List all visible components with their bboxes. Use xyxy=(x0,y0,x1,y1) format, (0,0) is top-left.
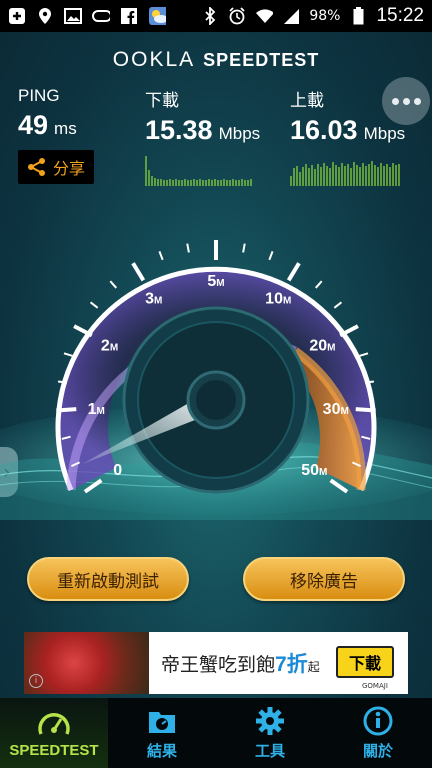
gauge-minor-tick xyxy=(314,280,323,289)
gauge-minor-tick xyxy=(268,251,274,261)
ad-highlight: 7折 xyxy=(275,653,308,676)
nav-speedtest[interactable]: SPEEDTEST xyxy=(0,698,108,768)
results-icon xyxy=(149,711,175,733)
upload-sparkline xyxy=(290,161,400,186)
gauge-minor-tick xyxy=(333,301,343,309)
facebook-icon xyxy=(120,7,138,25)
plus-icon xyxy=(8,7,26,25)
image-icon xyxy=(64,7,82,25)
crab-image xyxy=(24,632,149,694)
device-icon xyxy=(92,7,110,25)
upload-unit: Mbps xyxy=(363,124,406,143)
gauge-minor-tick xyxy=(89,301,99,309)
gauge-minor-tick xyxy=(63,352,73,357)
logo-main: OOKLA xyxy=(112,48,196,71)
share-label: 分享 xyxy=(52,159,85,178)
nav-results[interactable]: 結果 xyxy=(108,698,216,768)
restart-test-button[interactable]: 重新啟動測試 xyxy=(27,557,189,601)
gauge-minor-tick xyxy=(359,352,369,357)
nav-tools-label: 工具 xyxy=(254,742,285,760)
location-icon xyxy=(36,7,54,25)
weather-icon xyxy=(148,7,166,25)
clock: 15:22 xyxy=(376,5,424,26)
gauge-minor-tick xyxy=(57,380,68,384)
app-root: 98% 15:22 OOKLA SPEEDTEST PING 49 ms 下載 15… xyxy=(0,0,432,768)
gauge-minor-tick xyxy=(109,280,118,289)
ping-label: PING xyxy=(18,86,60,105)
share-icon xyxy=(27,158,45,176)
bluetooth-icon xyxy=(201,7,219,25)
download-stat: 下載 15.38 Mbps xyxy=(145,86,260,190)
ping-stat: PING 49 ms xyxy=(18,86,77,141)
download-label: 下載 xyxy=(145,91,179,110)
gauge-tick xyxy=(56,407,77,413)
ping-value: 49 xyxy=(18,110,49,140)
bottom-nav: SPEEDTEST 結果 工具 關於 xyxy=(0,698,432,768)
upload-value: 16.03 xyxy=(290,115,358,145)
ad-brand: GOMAJI xyxy=(362,682,388,690)
nav-tools[interactable]: 工具 xyxy=(216,698,324,768)
status-bar: 98% 15:22 xyxy=(0,0,432,32)
logo-sub: SPEEDTEST xyxy=(203,50,320,70)
share-button[interactable]: 分享 xyxy=(18,150,94,184)
nav-about[interactable]: 關於 xyxy=(324,698,432,768)
gauge-tick-label: 0 xyxy=(113,462,122,479)
signal-icon xyxy=(282,7,300,25)
ad-text: 帝王蟹吃到飽 xyxy=(161,655,276,676)
gauge-minor-tick xyxy=(242,243,246,253)
download-sparkline xyxy=(145,156,252,186)
ookla-logo: OOKLA SPEEDTEST xyxy=(0,48,432,72)
info-icon xyxy=(363,706,393,735)
ad-info-icon[interactable]: i xyxy=(29,674,43,688)
ad-suffix: 起 xyxy=(307,660,320,674)
remove-ads-button[interactable]: 移除廣告 xyxy=(243,557,405,601)
speed-gauge: 01M2M3M5M10M20M30M50M xyxy=(0,240,432,520)
wifi-icon xyxy=(255,7,274,25)
ping-unit: ms xyxy=(54,119,77,138)
ad-banner[interactable]: 帝王蟹吃到飽7折起 下載 GOMAJI i xyxy=(24,632,408,694)
gauge-tick xyxy=(131,262,146,282)
gear-icon xyxy=(256,706,284,735)
gauge-tick xyxy=(286,262,301,282)
ad-download-button[interactable]: 下載 xyxy=(336,646,394,678)
nav-about-label: 關於 xyxy=(362,742,393,760)
gauge-tick xyxy=(355,407,376,413)
speedometer-icon xyxy=(38,712,70,735)
nav-results-label: 結果 xyxy=(146,742,177,760)
download-value: 15.38 xyxy=(145,115,213,145)
nav-speedtest-label: SPEEDTEST xyxy=(9,741,99,759)
download-unit: Mbps xyxy=(218,124,261,143)
gauge-minor-tick xyxy=(364,380,375,384)
battery-percent: 98% xyxy=(309,8,341,24)
gauge-minor-tick xyxy=(158,251,164,261)
gauge-minor-tick xyxy=(186,243,190,253)
battery-icon xyxy=(349,7,367,25)
overflow-menu-button[interactable] xyxy=(382,77,430,125)
alarm-icon xyxy=(228,7,246,25)
